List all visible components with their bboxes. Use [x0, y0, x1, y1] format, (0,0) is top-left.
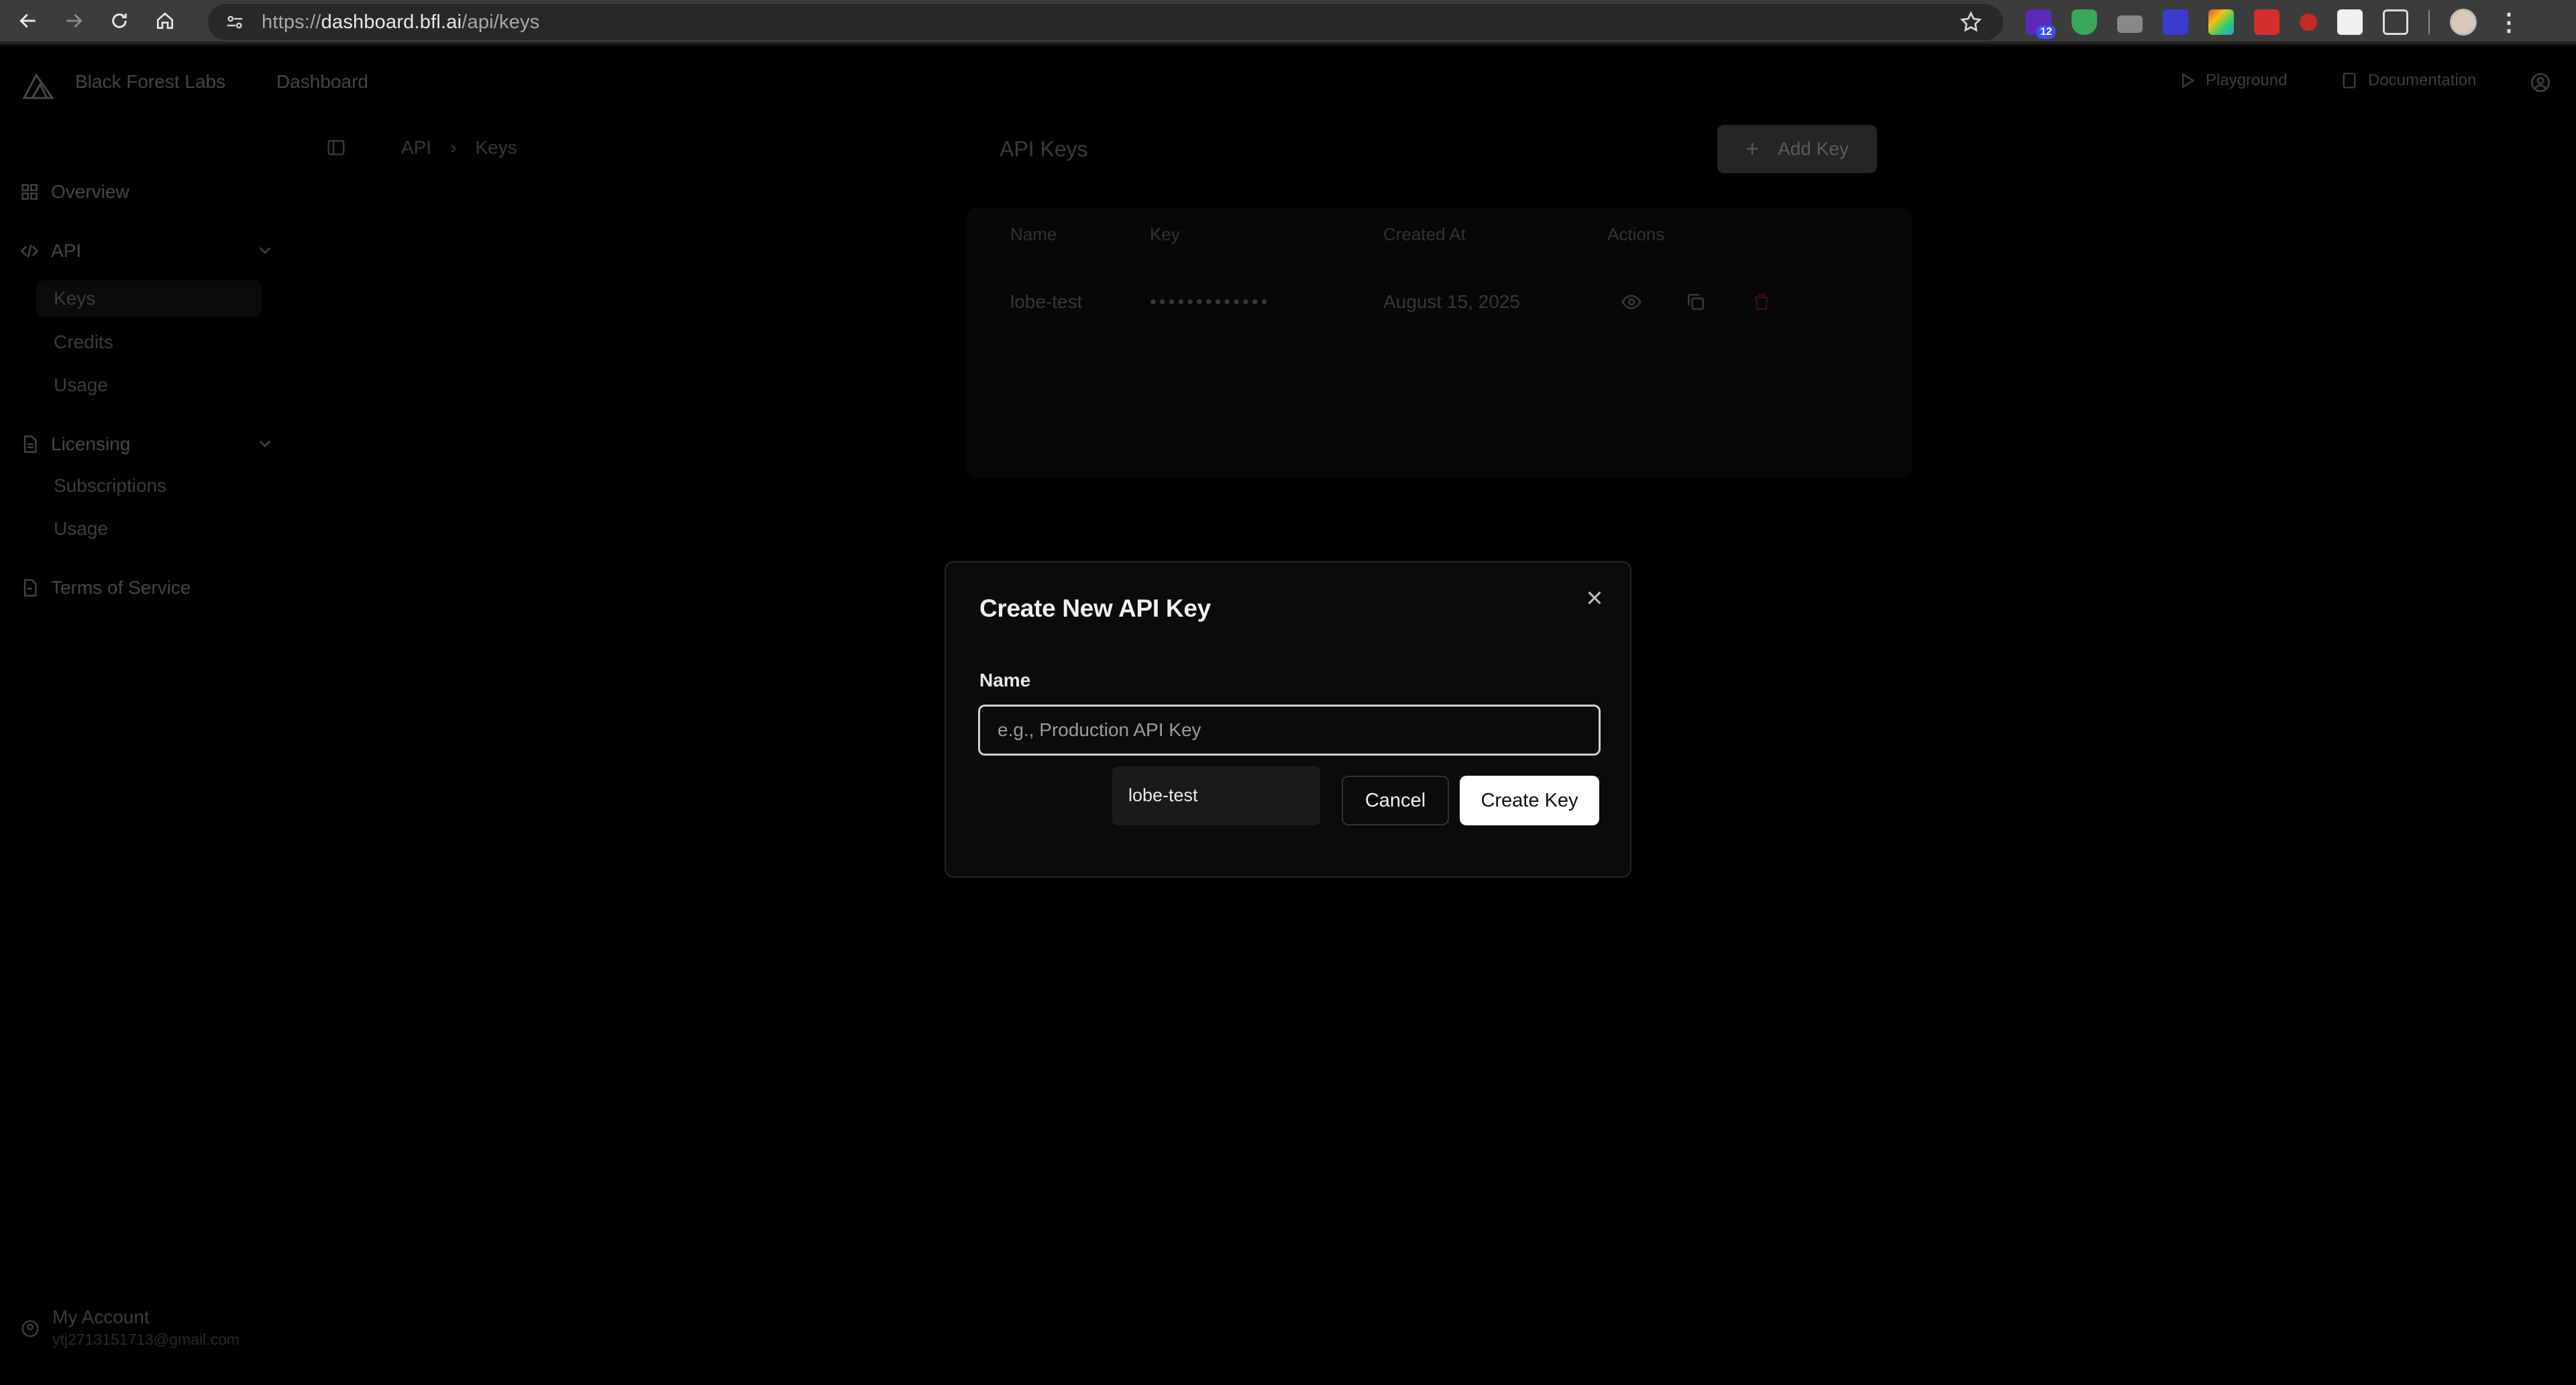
red-extension-icon[interactable] [2254, 9, 2279, 35]
colorful-extension-icon[interactable] [2208, 9, 2234, 35]
mail-extension-icon[interactable] [2117, 15, 2143, 33]
bookmark-star-icon[interactable] [1959, 10, 1983, 34]
puzzle-extensions-icon[interactable] [2383, 9, 2408, 35]
site-info-icon[interactable] [221, 9, 248, 36]
diagonal-extension-icon[interactable] [2337, 9, 2363, 35]
extension-badge-icon[interactable]: 12 [2026, 9, 2055, 39]
browser-menu-icon[interactable]: ⋮ [2497, 10, 2521, 34]
autofill-suggestion[interactable]: lobe-test [1112, 766, 1320, 825]
create-key-button[interactable]: Create Key [1460, 776, 1599, 825]
address-bar[interactable]: https://dashboard.bfl.ai/api/keys [208, 4, 2003, 40]
close-icon[interactable] [1583, 586, 1606, 609]
cancel-button[interactable]: Cancel [1342, 776, 1449, 825]
pen-extension-icon[interactable] [2300, 13, 2317, 31]
extensions-tray: 12 ⋮ [2026, 5, 2521, 39]
url-text: https://dashboard.bfl.ai/api/keys [262, 11, 540, 33]
name-label: Name [979, 670, 1031, 690]
back-icon[interactable] [11, 3, 46, 38]
home-icon[interactable] [148, 3, 182, 38]
toolbar-divider [2428, 10, 2430, 34]
reload-icon[interactable] [102, 3, 137, 38]
shield-extension-icon[interactable] [2072, 9, 2097, 35]
profile-avatar[interactable] [2450, 9, 2477, 36]
dialog-title: Create New API Key [979, 595, 1211, 622]
forward-icon[interactable] [56, 3, 91, 38]
browser-toolbar: https://dashboard.bfl.ai/api/keys 12 ⋮ [0, 0, 2576, 44]
tdk-extension-icon[interactable] [2163, 9, 2188, 35]
name-input[interactable] [978, 705, 1601, 756]
create-api-key-dialog: Create New API Key Name lobe-test Cancel… [945, 561, 1631, 878]
